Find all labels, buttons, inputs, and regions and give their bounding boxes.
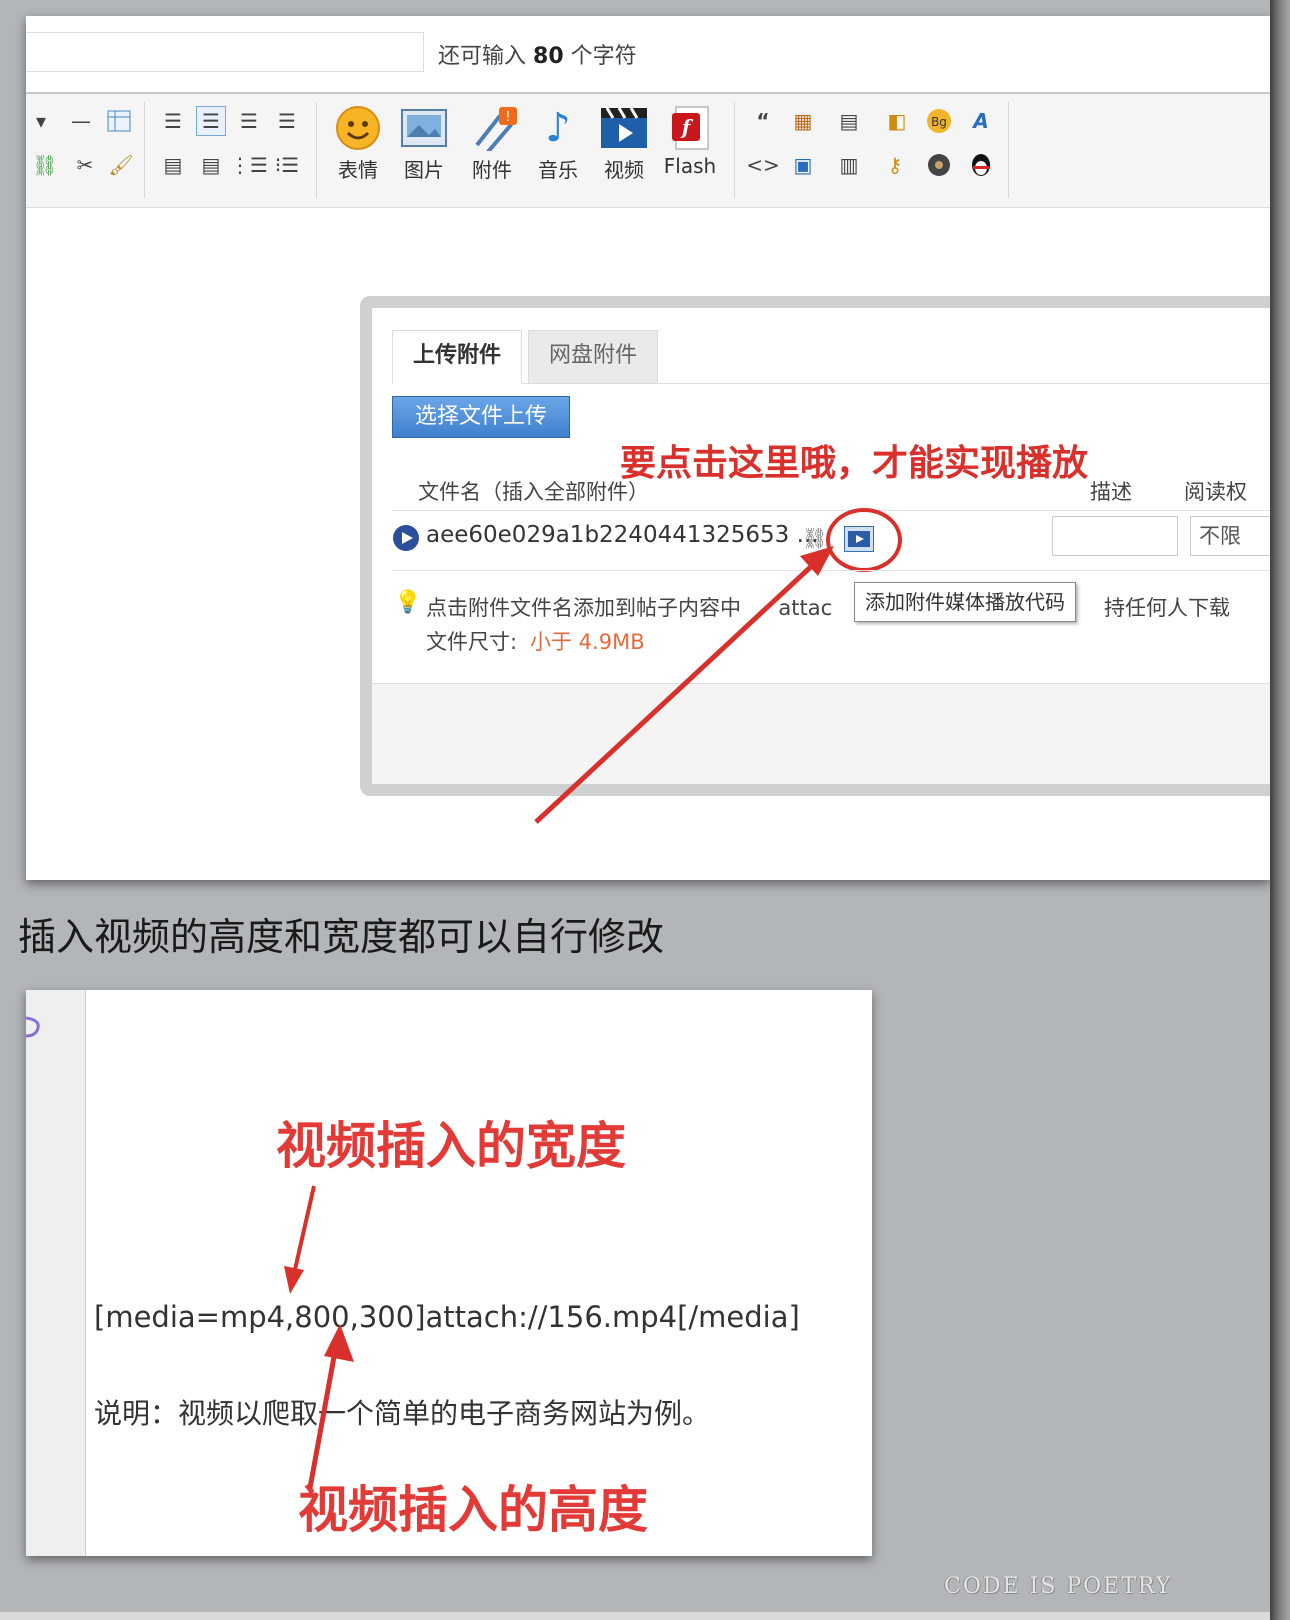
page-bottom-bar [0,1612,1270,1620]
code-example-screenshot: 视频插入的宽度 [media=mp4,800,300]attach://156.… [26,990,872,1556]
page-right-edge [1270,0,1290,1620]
editor-screenshot: 还可输入 80 个字符 ▾ — ⛓ ✂ 🖌 ☰ ☰ ☰ ☰ ▤ ▤ ⋮☰ ⁝☰ … [26,16,1270,880]
caption-text: 插入视频的高度和宽度都可以自行修改 [18,915,665,959]
annotation-arrows [284,1185,354,1489]
annotation-arrow [534,546,834,824]
watermark: CODE IS POETRY [944,1574,1173,1599]
